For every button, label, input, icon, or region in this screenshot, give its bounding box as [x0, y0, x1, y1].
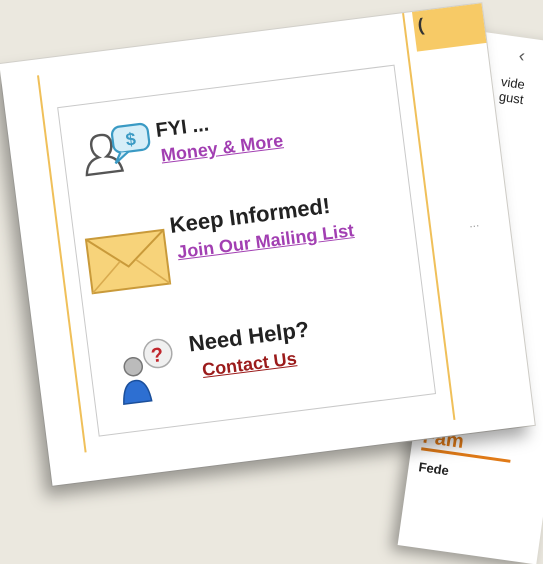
list-item-need-help: ? Need Help? Contact Us	[98, 289, 407, 416]
sidebar-card: ( ... $ FYI ... Money & More Keep Inform…	[0, 3, 535, 486]
svg-text:?: ?	[150, 344, 165, 367]
support-person-icon: ?	[110, 329, 198, 408]
fyi-title: FYI ...	[154, 113, 211, 142]
envelope-icon	[82, 223, 176, 299]
ellipsis-mark: ...	[468, 215, 480, 231]
money-chat-icon: $	[73, 118, 160, 190]
quick-links-panel: $ FYI ... Money & More Keep Informed! Jo…	[57, 64, 437, 437]
background-page-corner-mark: ‹	[517, 45, 527, 66]
list-item-fyi: $ FYI ... Money & More	[73, 91, 379, 198]
background-snippet: gust	[498, 88, 525, 108]
background-footer-text: Fede	[417, 459, 450, 479]
